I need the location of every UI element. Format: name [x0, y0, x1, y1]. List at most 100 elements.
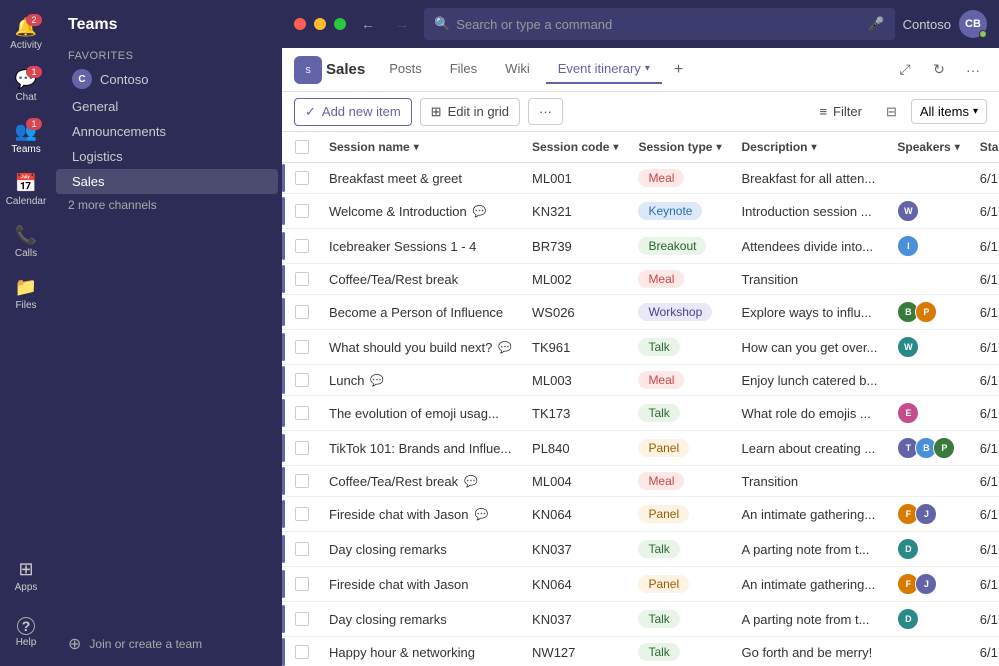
session-type-badge: Meal: [638, 472, 684, 490]
top-bar: ← → 🔍 🎤 Contoso CB: [282, 0, 999, 48]
row-checkbox[interactable]: [295, 474, 309, 488]
row-checkbox[interactable]: [295, 577, 309, 591]
join-team[interactable]: ⊕ Join or create a team: [52, 622, 282, 666]
table-row[interactable]: Day closing remarksKN037TalkA parting no…: [282, 532, 999, 567]
add-new-item-label: Add new item: [322, 104, 401, 119]
session-code-header[interactable]: Session code ▾: [522, 132, 628, 163]
search-input[interactable]: [456, 17, 862, 32]
row-checkbox[interactable]: [295, 340, 309, 354]
filter-button[interactable]: ≡ Filter: [809, 99, 871, 124]
session-type-badge: Workshop: [638, 303, 712, 321]
back-button[interactable]: ←: [354, 10, 382, 38]
start-cell: 6/1...: [970, 567, 999, 602]
chat-bubble-icon: 💬: [474, 508, 488, 521]
sidebar-item-teams[interactable]: 👥 1 Teams: [6, 112, 46, 164]
maximize-button[interactable]: [334, 18, 346, 30]
row-checkbox[interactable]: [295, 645, 309, 659]
filter-icon: ≡: [819, 104, 827, 119]
sort-icon: ▾: [414, 142, 419, 153]
add-new-item-button[interactable]: ✓ Add new item: [294, 98, 412, 126]
row-checkbox[interactable]: [295, 171, 309, 185]
refresh-icon[interactable]: ↻: [925, 56, 953, 84]
tab-wiki[interactable]: Wiki: [493, 55, 542, 84]
row-checkbox[interactable]: [295, 373, 309, 387]
table-row[interactable]: Welcome & Introduction💬KN321KeynoteIntro…: [282, 194, 999, 229]
tab-posts[interactable]: Posts: [377, 55, 434, 84]
row-checkbox[interactable]: [295, 239, 309, 253]
tab-files[interactable]: Files: [438, 55, 489, 84]
session-type-badge: Meal: [638, 371, 684, 389]
table-row[interactable]: Coffee/Tea/Rest breakML002MealTransition…: [282, 264, 999, 295]
grid-view-button[interactable]: ⊟: [880, 100, 903, 124]
sidebar-item-help[interactable]: ? Help: [6, 606, 46, 658]
row-checkbox-cell: [285, 194, 319, 229]
channel-item-contoso[interactable]: C Contoso: [56, 64, 278, 94]
row-checkbox-cell: [285, 163, 319, 194]
row-checkbox[interactable]: [295, 272, 309, 286]
sidebar-item-chat[interactable]: 💬 1 Chat: [6, 60, 46, 112]
channel-item-sales[interactable]: Sales: [56, 169, 278, 194]
description-cell: A parting note from t...: [732, 602, 888, 637]
row-checkbox[interactable]: [295, 204, 309, 218]
session-code-cell: ML004: [522, 466, 628, 497]
search-bar[interactable]: 🔍 🎤: [424, 8, 895, 40]
close-button[interactable]: [294, 18, 306, 30]
row-checkbox[interactable]: [295, 406, 309, 420]
session-name-cell: What should you build next?💬: [319, 330, 522, 365]
channel-item-announcements[interactable]: Announcements: [56, 119, 278, 144]
table-row[interactable]: Coffee/Tea/Rest break💬ML004MealTransitio…: [282, 466, 999, 497]
sidebar-item-calls[interactable]: 📞 Calls: [6, 216, 46, 268]
speakers-cell: TBP: [887, 431, 969, 466]
session-code-cell: KN321: [522, 194, 628, 229]
table-row[interactable]: Happy hour & networkingNW127TalkGo forth…: [282, 637, 999, 666]
table-row[interactable]: The evolution of emoji usag...TK173TalkW…: [282, 396, 999, 431]
row-checkbox[interactable]: [295, 542, 309, 556]
table-row[interactable]: TikTok 101: Brands and Influe...PL840Pan…: [282, 431, 999, 466]
table-row[interactable]: Fireside chat with JasonKN064PanelAn int…: [282, 567, 999, 602]
table-row[interactable]: Become a Person of InfluenceWS026Worksho…: [282, 295, 999, 330]
select-all-checkbox[interactable]: [295, 140, 309, 154]
row-checkbox[interactable]: [295, 441, 309, 455]
all-items-select[interactable]: All items ▾: [911, 99, 987, 124]
table-row[interactable]: What should you build next?💬TK961TalkHow…: [282, 330, 999, 365]
channel-item-general[interactable]: General: [56, 94, 278, 119]
session-name-header[interactable]: Session name ▾: [319, 132, 522, 163]
description-cell: Transition: [732, 264, 888, 295]
session-type-badge: Panel: [638, 439, 689, 457]
channel-item-logistics[interactable]: Logistics: [56, 144, 278, 169]
table-row[interactable]: Day closing remarksKN037TalkA parting no…: [282, 602, 999, 637]
sidebar-item-calendar[interactable]: 📅 Calendar: [6, 164, 46, 216]
row-checkbox[interactable]: [295, 507, 309, 521]
user-avatar[interactable]: CB: [959, 10, 987, 38]
session-type-header[interactable]: Session type ▾: [628, 132, 731, 163]
table-row[interactable]: Icebreaker Sessions 1 - 4BR739BreakoutAt…: [282, 229, 999, 264]
table-row[interactable]: Lunch💬ML003MealEnjoy lunch catered b...6…: [282, 365, 999, 396]
more-toolbar-button[interactable]: ···: [528, 98, 563, 125]
tab-event-itinerary[interactable]: Event itinerary ▾: [546, 55, 662, 84]
table-row[interactable]: Fireside chat with Jason💬KN064PanelAn in…: [282, 497, 999, 532]
sidebar-item-apps[interactable]: ⊞ Apps: [6, 550, 46, 602]
start-cell: 6/1...: [970, 194, 999, 229]
forward-button[interactable]: →: [388, 10, 416, 38]
row-checkbox[interactable]: [295, 612, 309, 626]
row-checkbox-cell: [285, 295, 319, 330]
row-checkbox[interactable]: [295, 305, 309, 319]
add-tab-button[interactable]: +: [666, 57, 691, 83]
minimize-button[interactable]: [314, 18, 326, 30]
description-header[interactable]: Description ▾: [732, 132, 888, 163]
speakers-header[interactable]: Speakers ▾: [887, 132, 969, 163]
edit-in-grid-button[interactable]: ⊞ Edit in grid: [420, 98, 520, 126]
expand-icon[interactable]: ⤢: [891, 56, 919, 84]
start-header[interactable]: Sta...: [970, 132, 999, 163]
sidebar-item-files[interactable]: 📁 Files: [6, 268, 46, 320]
sidebar-item-activity[interactable]: 🔔 2 Activity: [6, 8, 46, 60]
description-cell: Go forth and be merry!: [732, 637, 888, 666]
session-type-badge: Keynote: [638, 202, 702, 220]
session-type-cell: Workshop: [628, 295, 731, 330]
start-cell: 6/1...: [970, 163, 999, 194]
more-options-icon[interactable]: ···: [959, 56, 987, 84]
start-cell: 6/1...: [970, 637, 999, 666]
session-name-cell: Welcome & Introduction💬: [319, 194, 522, 229]
table-row[interactable]: Breakfast meet & greetML001MealBreakfast…: [282, 163, 999, 194]
more-channels[interactable]: 2 more channels: [52, 194, 282, 216]
